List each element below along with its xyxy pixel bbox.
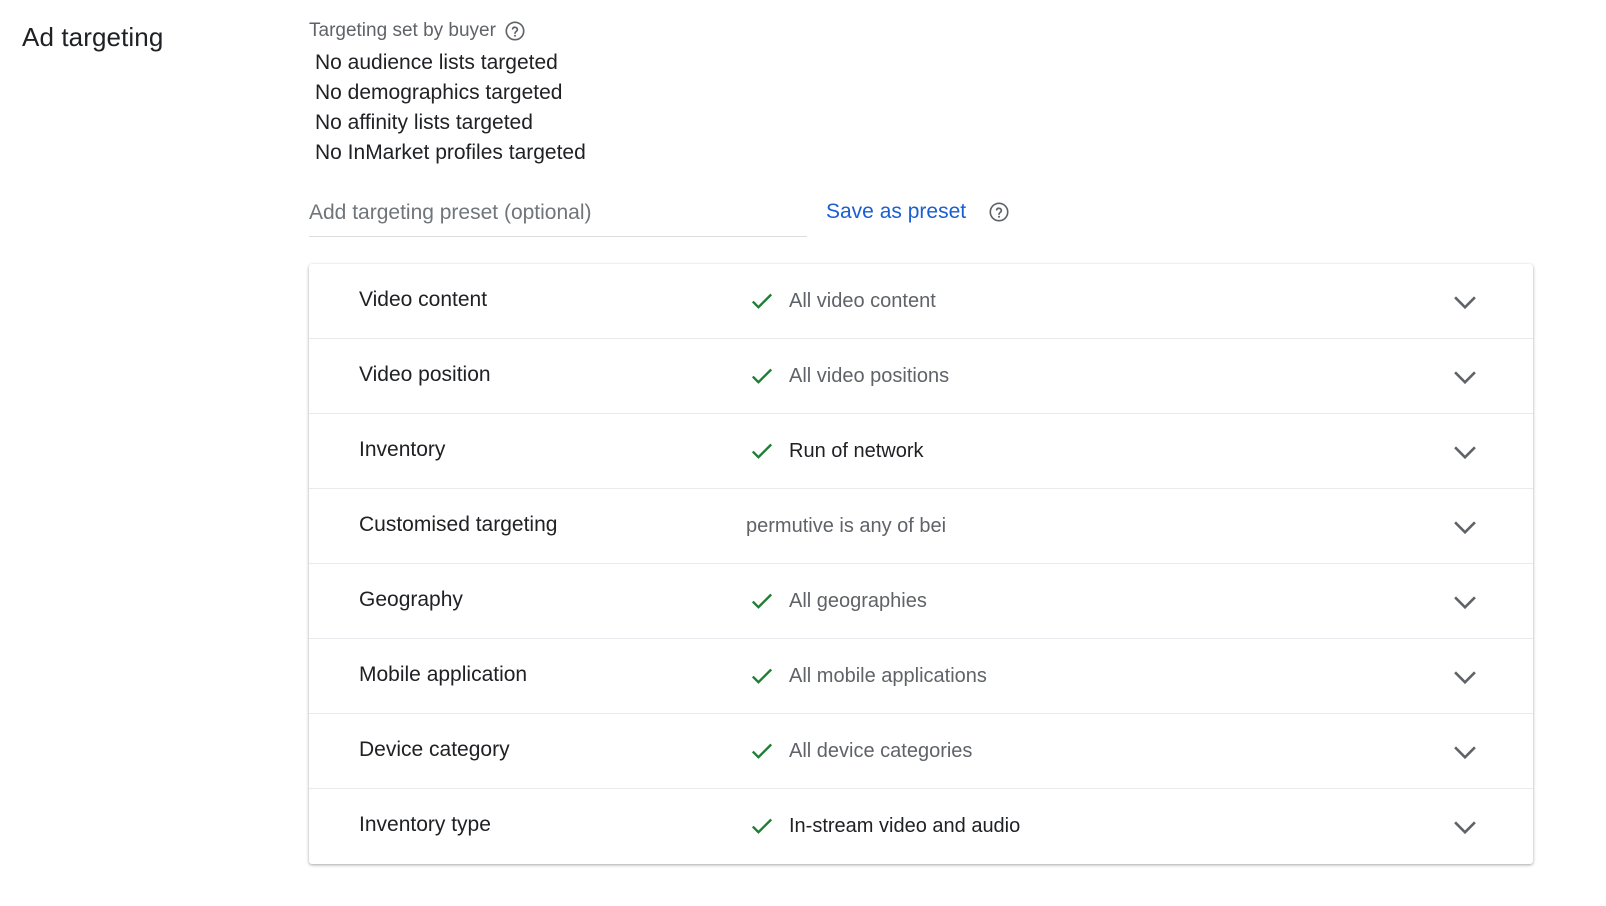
help-icon[interactable]: [504, 20, 526, 42]
targeting-row-value: In-stream video and audio: [749, 811, 1020, 841]
targeting-row-value: Run of network: [749, 436, 924, 466]
help-icon[interactable]: [988, 201, 1010, 223]
targeting-row-value: All mobile applications: [749, 661, 987, 691]
targeting-row[interactable]: Video content All video content: [309, 264, 1533, 339]
targeting-row-value-text: All geographies: [789, 589, 927, 612]
chevron-down-icon[interactable]: [1451, 588, 1479, 616]
targeting-row-value: All video content: [749, 286, 936, 316]
targeting-row-value-text: All mobile applications: [789, 664, 987, 687]
check-icon: [749, 438, 775, 464]
targeting-criteria-panel: Video content All video content Video posi…: [309, 264, 1533, 864]
ad-targeting-page: Ad targeting Targeting set by buyer No a…: [0, 0, 1606, 906]
targeting-row[interactable]: Inventory type In-stream video and audio: [309, 789, 1533, 864]
targeting-row-label: Geography: [359, 588, 463, 611]
targeting-row-label: Video position: [359, 363, 491, 386]
targeting-row[interactable]: Inventory Run of network: [309, 414, 1533, 489]
buyer-targeting-item: No affinity lists targeted: [315, 111, 533, 134]
targeting-row-value-text: Run of network: [789, 439, 924, 462]
check-icon: [749, 738, 775, 764]
preset-row: Save as preset: [309, 190, 1549, 238]
buyer-targeting-item: No demographics targeted: [315, 81, 563, 104]
buyer-targeting-item: No InMarket profiles targeted: [315, 141, 586, 164]
targeting-row-value: All device categories: [749, 736, 972, 766]
chevron-down-icon[interactable]: [1451, 663, 1479, 691]
targeting-row-label: Inventory type: [359, 813, 491, 836]
targeting-row[interactable]: Mobile application All mobile application…: [309, 639, 1533, 714]
buyer-targeting-header: Targeting set by buyer: [309, 20, 526, 42]
chevron-down-icon[interactable]: [1451, 363, 1479, 391]
targeting-row-value: All geographies: [749, 586, 927, 616]
targeting-row-label: Customised targeting: [359, 513, 558, 536]
buyer-targeting-list: No audience lists targeted No demographi…: [315, 49, 586, 169]
targeting-row-label: Video content: [359, 288, 488, 311]
targeting-preset-input[interactable]: [309, 190, 807, 237]
targeting-row-value-text: All video content: [789, 289, 936, 312]
chevron-down-icon[interactable]: [1451, 738, 1479, 766]
targeting-row-label: Inventory: [359, 438, 446, 461]
targeting-row-label: Mobile application: [359, 663, 528, 686]
targeting-row[interactable]: Video position All video positions: [309, 339, 1533, 414]
chevron-down-icon[interactable]: [1451, 438, 1479, 466]
section-title: Ad targeting: [22, 22, 164, 52]
targeting-row[interactable]: Customised targeting permutive is any of …: [309, 489, 1533, 564]
check-icon: [749, 588, 775, 614]
check-icon: [749, 663, 775, 689]
check-icon: [749, 363, 775, 389]
save-as-preset-button[interactable]: Save as preset: [826, 200, 966, 224]
chevron-down-icon[interactable]: [1451, 288, 1479, 316]
check-icon: [749, 813, 775, 839]
chevron-down-icon[interactable]: [1451, 813, 1479, 841]
targeting-row-value-text: permutive is any of bei: [746, 514, 947, 537]
targeting-row-value: permutive is any of bei: [746, 511, 946, 541]
targeting-row[interactable]: Geography All geographies: [309, 564, 1533, 639]
targeting-row-label: Device category: [359, 738, 510, 761]
targeting-row[interactable]: Device category All device categories: [309, 714, 1533, 789]
buyer-targeting-item: No audience lists targeted: [315, 51, 558, 74]
targeting-row-value-text: In-stream video and audio: [789, 814, 1021, 837]
check-icon: [749, 288, 775, 314]
chevron-down-icon[interactable]: [1451, 513, 1479, 541]
targeting-row-value: All video positions: [749, 361, 949, 391]
buyer-targeting-label: Targeting set by buyer: [309, 20, 496, 41]
targeting-row-value-text: All device categories: [789, 739, 973, 762]
targeting-row-value-text: All video positions: [789, 364, 950, 387]
